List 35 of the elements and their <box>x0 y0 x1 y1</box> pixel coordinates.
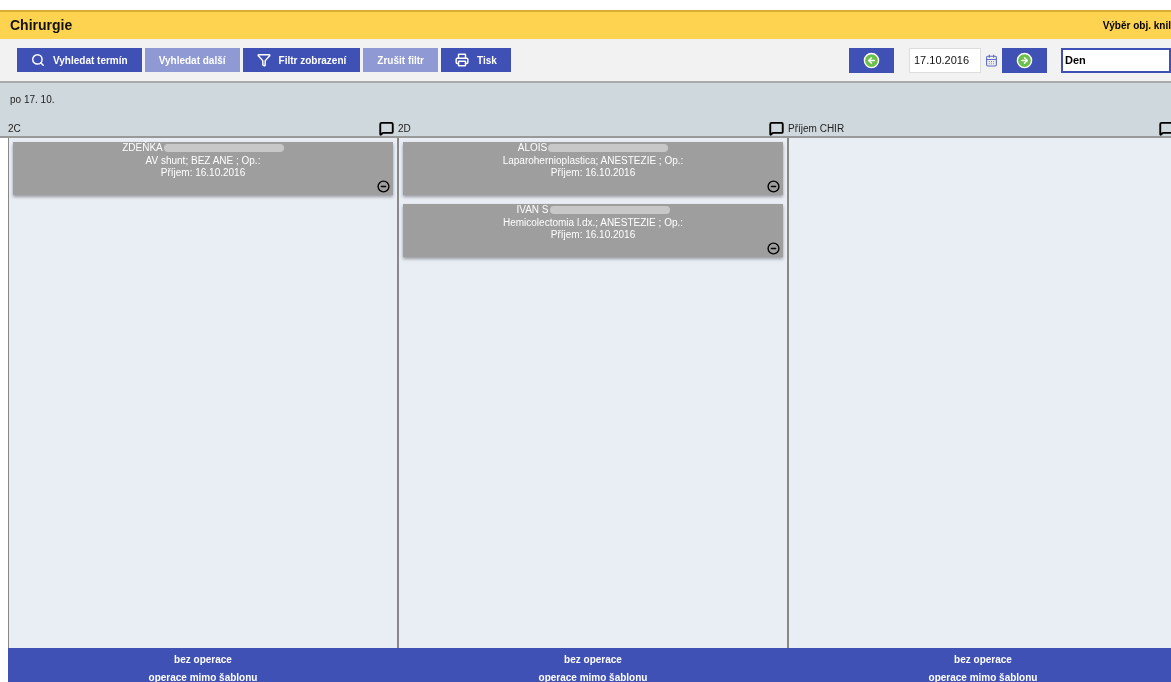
printer-icon <box>455 53 469 67</box>
column-title: Příjem CHIR <box>788 122 845 136</box>
comment-icon[interactable] <box>769 121 784 136</box>
minus-icon[interactable] <box>377 180 390 193</box>
next-day-button[interactable] <box>1002 47 1047 73</box>
footer-text[interactable]: bez operace <box>954 654 1012 666</box>
card-text: AV shunt; BEZ ANE ; Op.: <box>145 154 261 167</box>
minus-icon[interactable] <box>767 180 780 193</box>
toolbar-button[interactable]: Vyhledat termín <box>17 48 142 72</box>
patient-name: IVAN S <box>516 204 549 217</box>
toolbar-button[interactable]: Filtr zobrazení <box>242 48 361 72</box>
view-field[interactable]: Den <box>1061 47 1171 73</box>
card-text: Příjem: 16.10.2016 <box>550 229 636 242</box>
card-text: Hemicolectomia l.dx.; ANESTEZIE ; Op.: <box>502 216 684 229</box>
footer-text[interactable]: bez operace <box>564 654 622 666</box>
patient-name: ALOIS <box>517 142 548 155</box>
minus-icon[interactable] <box>767 242 780 255</box>
funnel-icon <box>256 53 271 67</box>
page-title: Chirurgie <box>10 16 73 35</box>
footer-text[interactable]: bez operace <box>174 654 232 666</box>
patient-name: ZDEŇKA <box>122 142 163 155</box>
previous-day-button[interactable] <box>849 47 894 73</box>
column-title: 2C <box>8 122 21 136</box>
date-field[interactable]: 17.10.2016 <box>909 47 981 73</box>
search-icon <box>31 53 45 67</box>
calendar-icon[interactable] <box>985 53 998 67</box>
card-text: Příjem: 16.10.2016 <box>160 167 246 180</box>
card-text: Laparohernioplastica; ANESTEZIE ; Op.: <box>502 154 684 167</box>
day-label: po 17. 10. <box>10 93 56 107</box>
toolbar-button[interactable]: Tisk <box>441 48 511 72</box>
header-link[interactable]: Výběr obj. knil <box>1102 18 1171 33</box>
column-title: 2D <box>398 122 411 136</box>
card-text: Příjem: 16.10.2016 <box>550 167 636 180</box>
comment-icon[interactable] <box>1159 121 1171 136</box>
comment-icon[interactable] <box>379 121 394 136</box>
